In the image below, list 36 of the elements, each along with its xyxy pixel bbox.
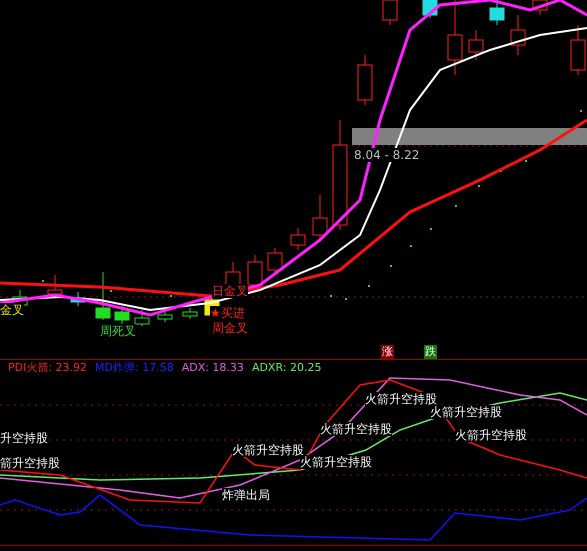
candlestick bbox=[490, 0, 504, 26]
candlestick bbox=[114, 306, 130, 326]
candlestick bbox=[96, 272, 110, 320]
signal-label: 日金叉 bbox=[212, 284, 248, 298]
trend-badge: 跌 bbox=[424, 345, 437, 359]
signal-label: 火箭升空持股 bbox=[232, 443, 304, 457]
indicator-reading: MD炸弹: 17.58 bbox=[95, 360, 174, 375]
candlestick bbox=[290, 228, 306, 250]
candlestick bbox=[510, 14, 526, 56]
candlestick bbox=[268, 248, 282, 272]
signal-label: 周死叉 bbox=[100, 324, 136, 338]
trend-badge: 涨 bbox=[381, 345, 394, 359]
signal-label: 金叉 bbox=[0, 303, 24, 317]
candlestick bbox=[358, 54, 372, 106]
signal-label: 火箭升空持股 bbox=[320, 422, 392, 436]
candlestick bbox=[158, 310, 172, 322]
signal-label: 火箭升空持股 bbox=[455, 428, 527, 442]
indicator-reading: ADX: 18.33 bbox=[182, 361, 244, 374]
signal-label: 周金叉 bbox=[212, 321, 248, 335]
candlestick bbox=[248, 254, 262, 288]
candlestick bbox=[48, 274, 62, 298]
signal-label: 升空持股 bbox=[0, 431, 48, 445]
indicator-reading: ADXR: 20.25 bbox=[252, 361, 322, 374]
signal-label: 炸弹出局 bbox=[222, 488, 270, 502]
candlestick bbox=[70, 292, 86, 306]
signal-label: 火箭升空持股 bbox=[430, 405, 502, 419]
signal-label: 火箭升空持股 bbox=[365, 392, 437, 406]
signal-label: ★买进 bbox=[210, 306, 245, 320]
candlestick bbox=[468, 30, 484, 60]
candlestick bbox=[182, 308, 198, 320]
candlestick bbox=[134, 310, 150, 326]
indicator-reading: PDI火箭: 23.92 bbox=[8, 360, 88, 375]
signal-label: 箭升空持股 bbox=[0, 456, 60, 470]
signal-label: 火箭升空持股 bbox=[300, 455, 372, 469]
candlestick bbox=[312, 194, 328, 240]
price-range-label: 8.04 - 8.22 bbox=[354, 148, 420, 162]
